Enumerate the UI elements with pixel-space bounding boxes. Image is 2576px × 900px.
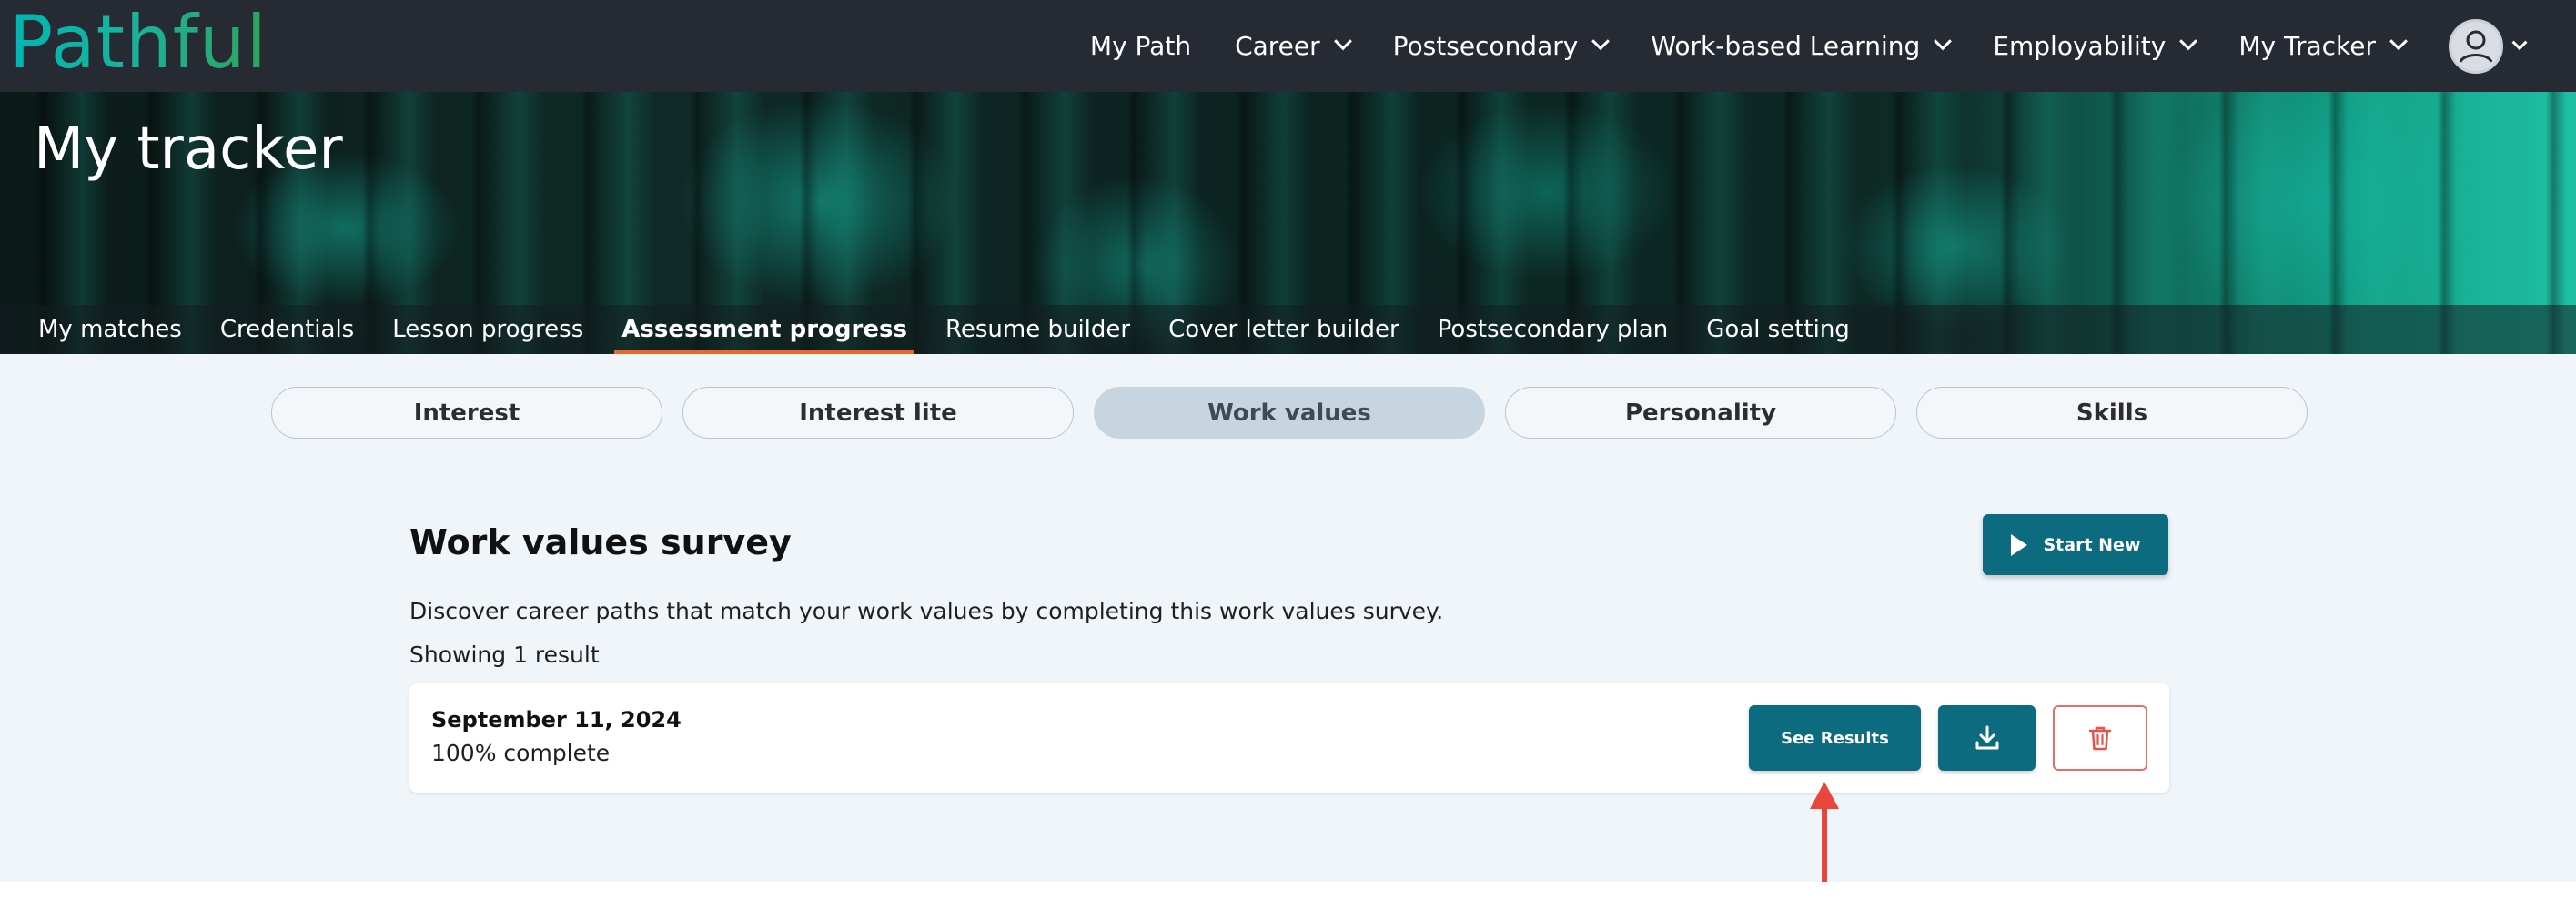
tracker-tabs: My matches Credentials Lesson progress A… (0, 305, 2576, 354)
tab-lesson-progress[interactable]: Lesson progress (385, 305, 591, 354)
download-icon (1975, 725, 1998, 750)
page-title: My tracker (34, 116, 343, 183)
nav-item-my-tracker[interactable]: My Tracker (2238, 31, 2408, 61)
assessment-tab-interest[interactable]: Interest (271, 387, 662, 439)
assessment-tab-work-values[interactable]: Work values (1094, 387, 1485, 439)
result-date: September 11, 2024 (431, 707, 682, 733)
play-icon (2010, 533, 2027, 556)
see-results-button[interactable]: See Results (1749, 705, 1921, 771)
start-new-label: Start New (2043, 534, 2141, 555)
pathful-logo[interactable]: Pathful (9, 2, 268, 84)
survey-title: Work values survey (409, 522, 792, 562)
tab-postsecondary-plan[interactable]: Postsecondary plan (1430, 305, 1676, 354)
start-new-button[interactable]: Start New (1983, 514, 2168, 575)
tab-cover-letter-builder[interactable]: Cover letter builder (1161, 305, 1407, 354)
result-status: 100% complete (431, 740, 611, 766)
result-count: Showing 1 result (409, 642, 600, 668)
nav-item-employability[interactable]: Employability (1993, 31, 2198, 61)
assessment-tab-skills[interactable]: Skills (1916, 387, 2308, 439)
tab-goal-setting[interactable]: Goal setting (1699, 305, 1857, 354)
survey-description: Discover career paths that match your wo… (409, 598, 1444, 624)
assessment-tab-interest-lite[interactable]: Interest lite (682, 387, 1074, 439)
chevron-down-icon (2511, 34, 2528, 50)
user-menu[interactable] (2449, 18, 2528, 74)
nav-item-my-path[interactable]: My Path (1090, 31, 1191, 61)
nav-item-label: My Tracker (2238, 31, 2376, 61)
chevron-down-icon (1333, 31, 1352, 50)
hero-banner: My tracker My matches Credentials Lesson… (0, 92, 2576, 354)
delete-button[interactable] (2053, 705, 2147, 771)
user-circle-icon (2449, 18, 2503, 74)
tab-my-matches[interactable]: My matches (31, 305, 189, 354)
nav-item-postsecondary[interactable]: Postsecondary (1392, 31, 1611, 61)
page-bottom (0, 882, 2576, 900)
nav-item-label: My Path (1089, 31, 1192, 61)
nav-item-label: Work-based Learning (1651, 31, 1921, 61)
chevron-down-icon (2389, 31, 2408, 50)
nav-item-label: Employability (1993, 31, 2167, 61)
assessment-tabs: Interest Interest lite Work values Perso… (271, 387, 2328, 439)
nav-item-label: Postsecondary (1392, 31, 1579, 61)
result-card: September 11, 2024 100% complete See Res… (409, 683, 2169, 793)
nav-item-label: Career (1235, 31, 1320, 61)
chevron-down-icon (1591, 31, 1611, 50)
tab-assessment-progress[interactable]: Assessment progress (614, 305, 914, 354)
trash-icon (2088, 726, 2112, 751)
main-content: Interest Interest lite Work values Perso… (0, 354, 2576, 882)
nav-item-career[interactable]: Career (1235, 31, 1352, 61)
nav-item-work-based-learning[interactable]: Work-based Learning (1651, 31, 1953, 61)
tab-resume-builder[interactable]: Resume builder (938, 305, 1137, 354)
main-nav: My Path Career Postsecondary Work-based … (1090, 0, 2576, 92)
chevron-down-icon (1934, 31, 1953, 50)
assessment-tab-personality[interactable]: Personality (1505, 387, 1896, 439)
tab-credentials[interactable]: Credentials (213, 305, 361, 354)
chevron-down-icon (2179, 31, 2198, 50)
logo-text: Pathful (9, 0, 268, 85)
download-button[interactable] (1938, 705, 2036, 771)
top-navbar: Pathful My Path Career Postsecondary Wor… (0, 0, 2576, 92)
